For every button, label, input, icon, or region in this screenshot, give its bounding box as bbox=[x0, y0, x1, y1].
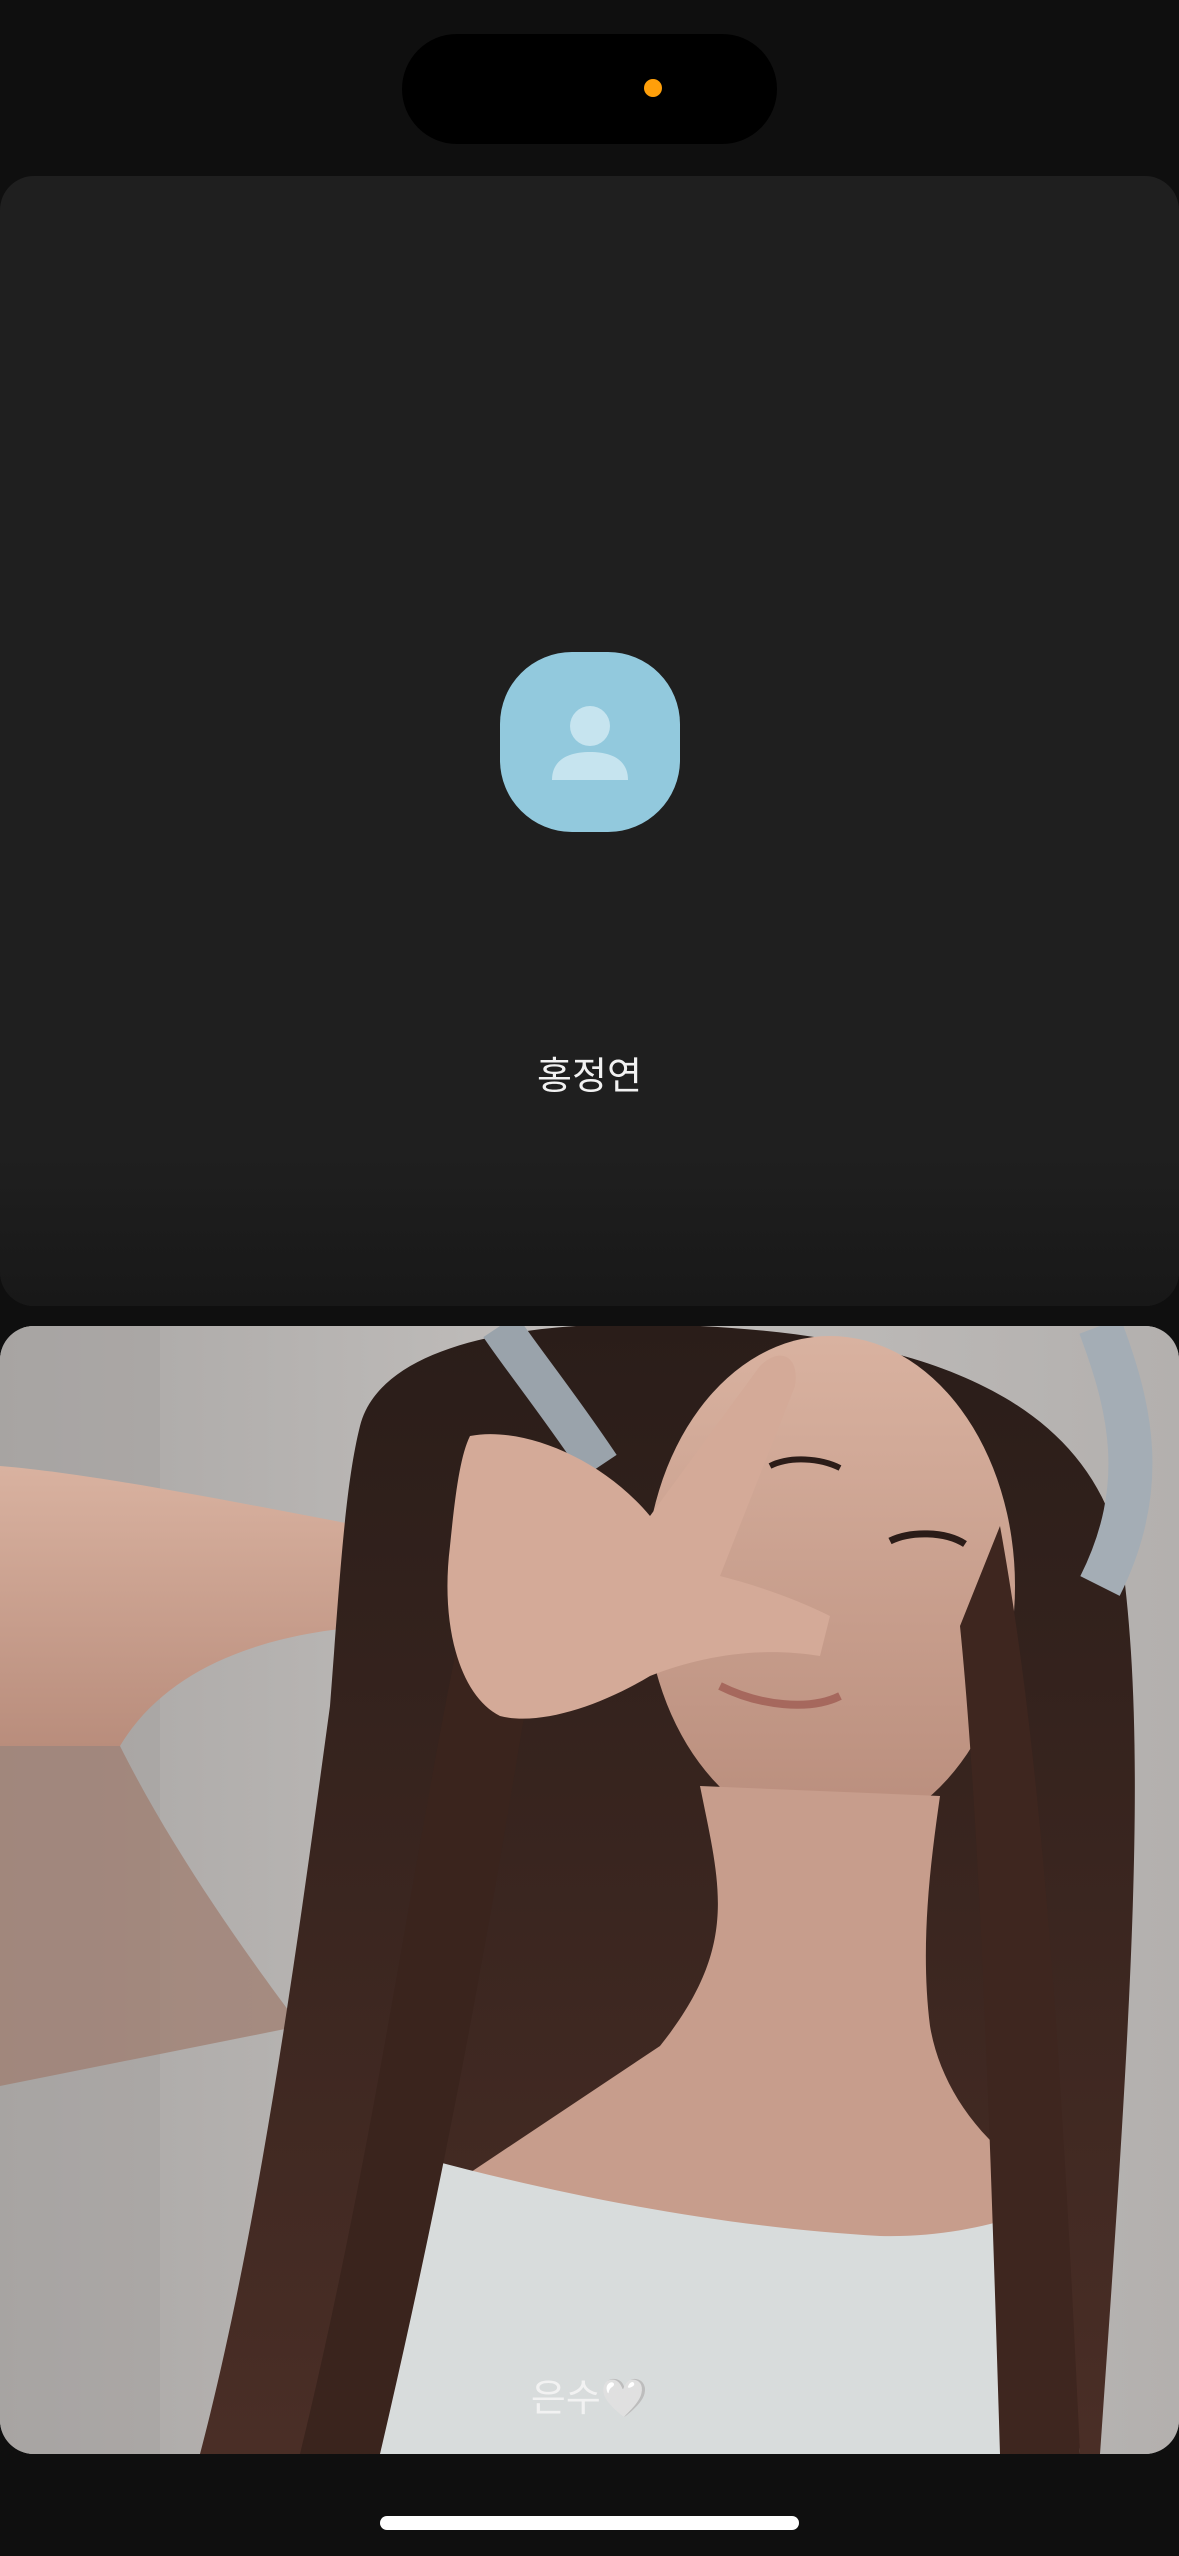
dynamic-island bbox=[402, 34, 777, 144]
person-icon bbox=[552, 706, 628, 780]
participant-tile-1[interactable]: 홍정연 bbox=[0, 176, 1179, 1306]
participant-name: 홍정연 bbox=[537, 1054, 642, 1098]
facetime-call-screen: 홍정연 은수🤍 bbox=[0, 0, 1179, 2556]
participant-avatar bbox=[500, 652, 680, 832]
participant-name: 은수🤍 bbox=[530, 2376, 649, 2420]
tile-gradient bbox=[0, 1156, 1179, 1306]
camera-in-use-indicator bbox=[644, 79, 662, 97]
participant-tile-2[interactable]: 은수🤍 bbox=[0, 1326, 1179, 2454]
participant-video-feed bbox=[0, 1326, 1179, 2454]
home-indicator[interactable] bbox=[380, 2516, 799, 2530]
